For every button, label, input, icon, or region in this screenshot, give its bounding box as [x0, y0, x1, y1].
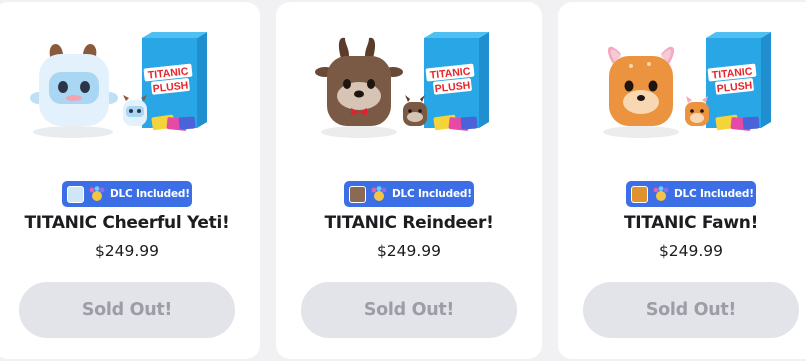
product-card: TITANIC PLUSH	[0, 2, 260, 359]
dlc-label: DLC Included!	[110, 188, 190, 200]
product-title[interactable]: TITANIC Cheerful Yeti!	[0, 213, 260, 233]
fawn-thumbnail-icon	[631, 185, 648, 203]
dlc-cards-graphic	[151, 114, 196, 131]
product-card: TITANIC PLUSH	[276, 2, 542, 359]
product-price: $249.99	[94, 242, 160, 260]
titanic-plush-box: TITANIC PLUSH	[424, 32, 489, 128]
product-image[interactable]: TITANIC PLUSH	[591, 30, 791, 142]
titanic-plush-box: TITANIC PLUSH	[706, 32, 771, 128]
product-title[interactable]: TITANIC Fawn!	[558, 213, 806, 233]
dlc-cards-graphic	[715, 114, 760, 131]
paw-icon	[371, 185, 387, 201]
product-card: TITANIC PLUSH	[558, 2, 806, 359]
sold-out-button[interactable]: Sold Out!	[19, 282, 235, 338]
sold-out-button[interactable]: Sold Out!	[301, 282, 517, 338]
yeti-plush	[30, 43, 118, 138]
paw-icon	[653, 185, 669, 201]
small-fawn-plush	[685, 96, 709, 126]
yeti-thumbnail-icon	[67, 185, 84, 203]
dlc-cards-graphic	[433, 114, 478, 131]
reindeer-plush	[315, 37, 403, 138]
product-price: $249.99	[658, 242, 724, 260]
product-title[interactable]: TITANIC Reindeer!	[276, 213, 542, 233]
fawn-plush	[603, 46, 679, 138]
dlc-included-badge: DLC Included!	[62, 181, 192, 207]
small-yeti-plush	[123, 95, 147, 126]
reindeer-thumbnail-icon	[349, 185, 366, 203]
dlc-label: DLC Included!	[674, 188, 754, 200]
product-image[interactable]: TITANIC PLUSH	[27, 30, 227, 142]
dlc-included-badge: DLC Included!	[344, 181, 474, 207]
small-reindeer-plush	[403, 95, 427, 126]
product-image[interactable]: TITANIC PLUSH	[309, 30, 509, 142]
paw-icon	[89, 185, 105, 201]
dlc-label: DLC Included!	[392, 188, 472, 200]
titanic-plush-box: TITANIC PLUSH	[142, 32, 207, 128]
product-price: $249.99	[376, 242, 442, 260]
dlc-included-badge: DLC Included!	[626, 181, 756, 207]
sold-out-button[interactable]: Sold Out!	[583, 282, 799, 338]
